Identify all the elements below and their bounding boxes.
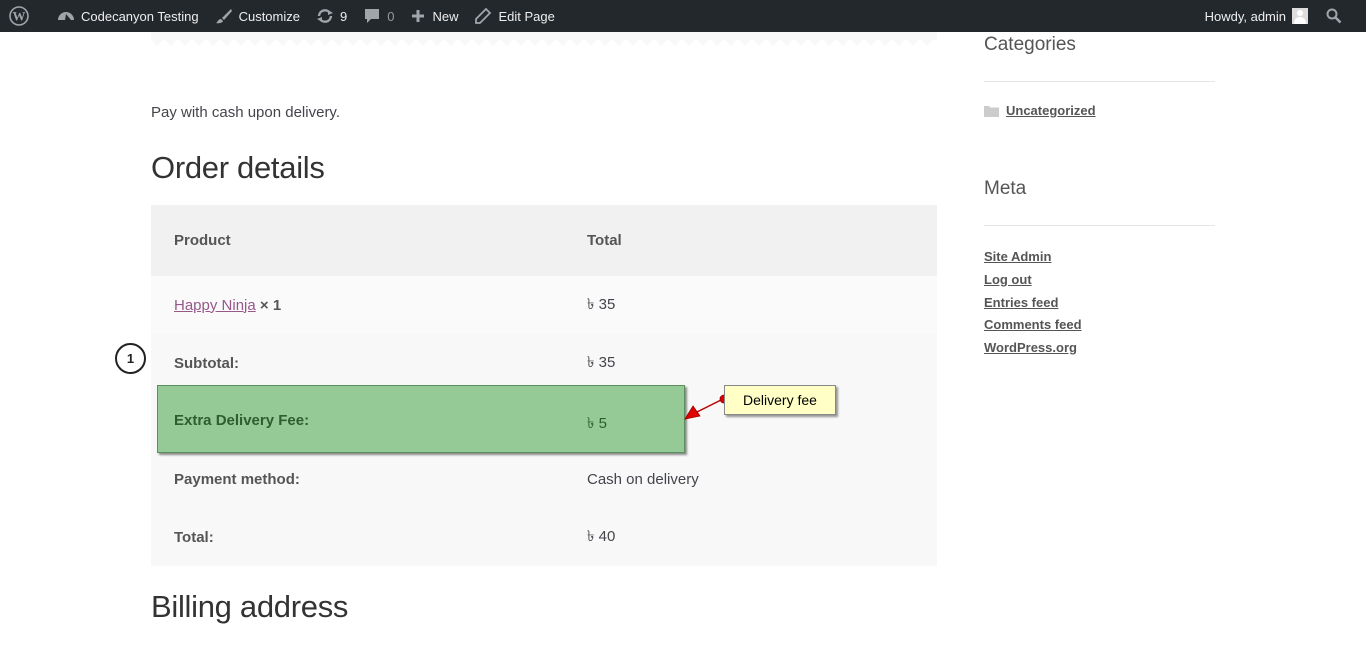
callout-arrow: [684, 394, 729, 420]
meta-link-comments-feed[interactable]: Comments feed: [984, 317, 1082, 332]
order-details-title: Order details: [151, 150, 325, 185]
search-button[interactable]: [1318, 0, 1366, 32]
table-header-row: Product Total: [151, 205, 937, 276]
step-number-badge: 1: [115, 343, 146, 374]
product-quantity: × 1: [259, 296, 282, 314]
edit-page-link[interactable]: Edit Page: [466, 0, 562, 32]
product-total: ৳ 35: [564, 276, 937, 334]
total-label: Total:: [151, 508, 564, 566]
folder-icon: [984, 106, 999, 117]
total-column-header: Total: [564, 205, 937, 276]
svg-text:W: W: [13, 9, 26, 24]
category-link-uncategorized[interactable]: Uncategorized: [1006, 103, 1096, 118]
updates-icon: [317, 9, 333, 23]
product-link[interactable]: Happy Ninja: [174, 297, 256, 314]
categories-divider: [984, 81, 1215, 82]
payment-method-value: Cash on delivery: [564, 450, 937, 508]
search-icon: [1326, 8, 1342, 24]
payment-instructions: Pay with cash upon delivery.: [151, 104, 340, 121]
subtotal-row: Subtotal: ৳ 35: [151, 334, 937, 392]
comment-icon: [365, 9, 380, 23]
plus-icon: [412, 10, 425, 22]
payment-method-row: Payment method: Cash on delivery: [151, 450, 937, 508]
dashboard-icon: [58, 12, 74, 20]
total-value: ৳ 40: [564, 508, 937, 566]
subtotal-label: Subtotal:: [151, 334, 564, 392]
admin-bar: W Codecanyon Testing Customize 9 0 New E…: [0, 0, 1366, 32]
receipt-edge-top: [151, 32, 937, 40]
avatar: [1292, 8, 1308, 24]
table-row: Happy Ninja × 1 ৳ 35: [151, 276, 937, 334]
delivery-fee-label: Extra Delivery Fee:: [174, 412, 310, 429]
edit-page-label: Edit Page: [498, 8, 555, 24]
my-account-link[interactable]: Howdy, admin: [1197, 0, 1318, 32]
new-content-link[interactable]: New: [402, 0, 466, 32]
pencil-icon: [475, 8, 492, 24]
howdy-label: Howdy, admin: [1204, 8, 1286, 24]
comments-count: 0: [387, 8, 395, 24]
site-name-link[interactable]: Codecanyon Testing: [49, 0, 207, 32]
delivery-fee-value: ৳ 5: [587, 415, 607, 432]
comments-link[interactable]: 0: [355, 0, 402, 32]
new-label: New: [432, 8, 459, 24]
meta-link-site-admin[interactable]: Site Admin: [984, 249, 1051, 264]
total-row: Total: ৳ 40: [151, 508, 937, 566]
customize-label: Customize: [238, 8, 300, 24]
brush-icon: [215, 9, 232, 24]
payment-method-label: Payment method:: [151, 450, 564, 508]
meta-link-wordpress-org[interactable]: WordPress.org: [984, 340, 1077, 355]
subtotal-value: ৳ 35: [564, 334, 937, 392]
receipt-zigzag-edge: [151, 40, 937, 50]
product-column-header: Product: [151, 205, 564, 276]
wordpress-icon: W: [9, 6, 29, 26]
updates-count: 9: [340, 8, 348, 24]
meta-widget-title: Meta: [984, 178, 1027, 199]
categories-widget-title: Categories: [984, 34, 1076, 55]
customize-link[interactable]: Customize: [207, 0, 308, 32]
product-cell: Happy Ninja × 1: [151, 276, 564, 334]
meta-link-entries-feed[interactable]: Entries feed: [984, 295, 1058, 310]
updates-link[interactable]: 9: [308, 0, 355, 32]
wordpress-logo-button[interactable]: W: [0, 0, 49, 32]
delivery-fee-callout: Delivery fee: [724, 385, 836, 415]
site-name-label: Codecanyon Testing: [81, 8, 199, 24]
meta-link-log-out[interactable]: Log out: [984, 272, 1032, 287]
meta-divider: [984, 225, 1215, 226]
billing-address-title: Billing address: [151, 589, 349, 624]
